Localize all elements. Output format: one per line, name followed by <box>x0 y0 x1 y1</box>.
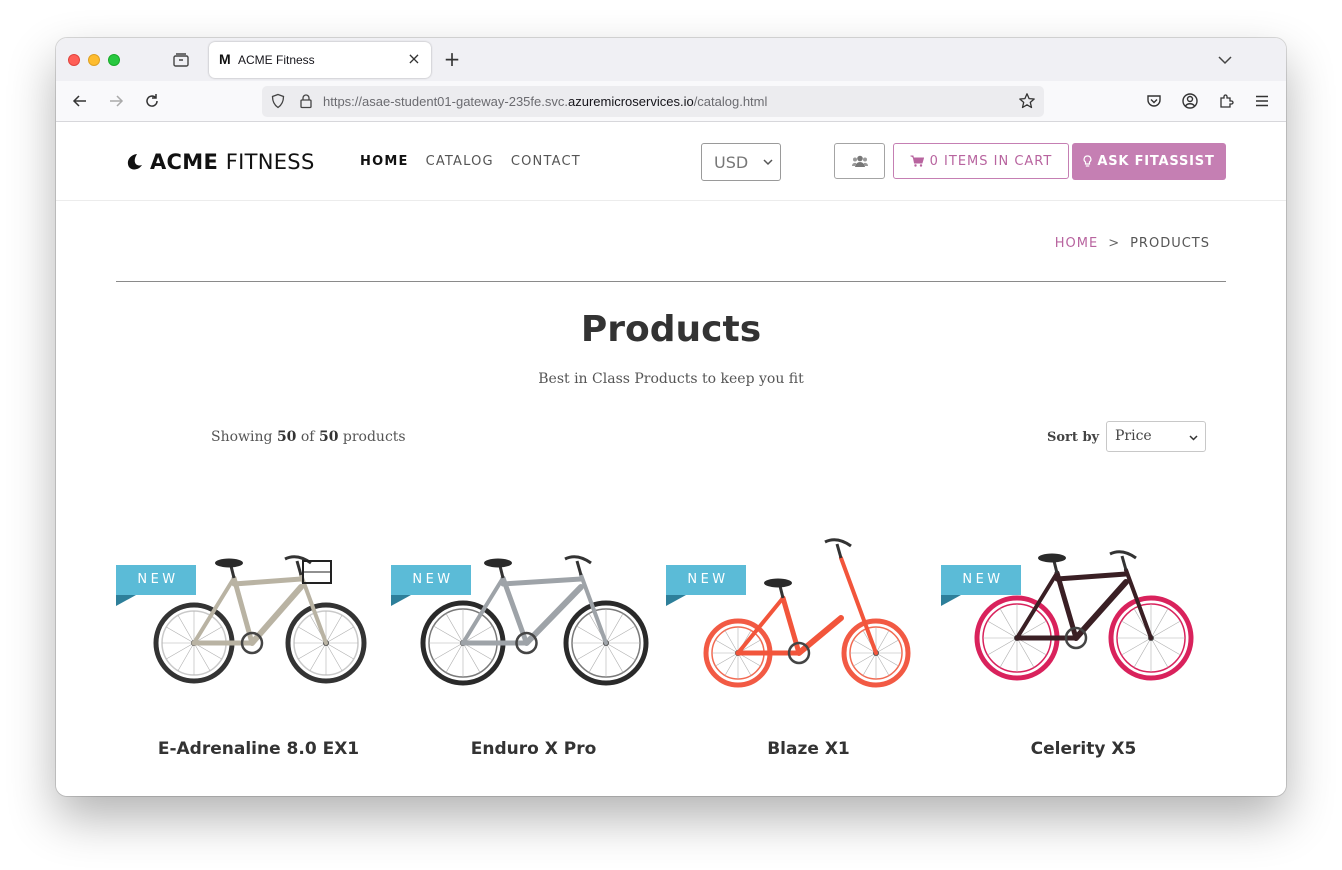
tab-acme-fitness[interactable]: M ACME Fitness × <box>209 42 431 78</box>
extensions-icon[interactable] <box>1217 92 1235 110</box>
logo-text-bold: ACME <box>150 150 219 174</box>
sort-select[interactable]: Price <box>1106 421 1206 452</box>
product-image[interactable] <box>941 503 1216 703</box>
currency-value: USD <box>714 153 749 172</box>
menu-item-home[interactable]: HOME <box>360 154 409 169</box>
cart-label: 0 ITEMS IN CART <box>929 153 1053 169</box>
menu-item-catalog[interactable]: CATALOG <box>426 154 494 169</box>
forward-icon[interactable] <box>107 92 125 110</box>
new-badge-label: NEW <box>137 572 179 587</box>
ask-fitassist-label: ASK FITASSIST <box>1097 154 1215 169</box>
browser-window: M ACME Fitness × + https://asae-student0… <box>56 38 1286 796</box>
new-badge-label: NEW <box>687 572 729 587</box>
acme-logo[interactable]: ACME FITNESS <box>124 149 315 175</box>
chevron-down-icon[interactable] <box>1216 51 1234 69</box>
close-icon[interactable]: × <box>405 50 423 68</box>
product-name[interactable]: E-Adrenaline 8.0 EX1 <box>116 739 401 759</box>
back-icon[interactable] <box>71 92 89 110</box>
site-header: ACME FITNESS HOME CATALOG CONTACT USD 0 … <box>56 123 1286 201</box>
showing-prefix: Showing <box>211 429 273 445</box>
breadcrumb-current: PRODUCTS <box>1130 236 1210 251</box>
url-prefix: https://asae-student01-gateway-235fe.svc… <box>323 94 568 109</box>
cart-icon <box>910 155 924 167</box>
close-window-button[interactable] <box>68 54 80 66</box>
new-badge: NEW <box>941 565 1021 595</box>
new-badge: NEW <box>666 565 746 595</box>
web-page: ACME FITNESS HOME CATALOG CONTACT USD 0 … <box>56 123 1286 796</box>
product-card[interactable]: NEW Blaze X1 <box>666 503 941 783</box>
new-badge-label: NEW <box>962 572 1004 587</box>
main-menu: HOME CATALOG CONTACT <box>360 154 581 169</box>
new-badge-label: NEW <box>412 572 454 587</box>
chevron-down-icon <box>1189 435 1198 441</box>
shield-icon[interactable] <box>270 93 286 109</box>
badge-fold <box>666 595 686 606</box>
divider <box>116 281 1226 282</box>
lightbulb-icon <box>1083 155 1092 167</box>
menu-item-contact[interactable]: CONTACT <box>511 154 581 169</box>
product-card[interactable]: NEW Celerity X5 <box>941 503 1216 783</box>
moon-logo-icon <box>127 154 142 170</box>
page-title: Products <box>580 309 762 350</box>
pocket-icon[interactable] <box>1145 92 1163 110</box>
product-card[interactable]: NEW Enduro X Pro <box>391 503 666 783</box>
badge-fold <box>941 595 961 606</box>
logo-text-thin: FITNESS <box>225 150 315 174</box>
logo-text: ACME FITNESS <box>150 150 315 174</box>
star-icon[interactable] <box>1018 92 1036 110</box>
product-image[interactable] <box>666 503 941 703</box>
badge-fold <box>116 595 136 606</box>
account-icon[interactable] <box>1181 92 1199 110</box>
new-badge: NEW <box>116 565 196 595</box>
product-image[interactable] <box>391 503 666 703</box>
reload-icon[interactable] <box>143 92 161 110</box>
product-name[interactable]: Blaze X1 <box>666 739 951 759</box>
currency-select[interactable]: USD <box>701 143 781 181</box>
minimize-window-button[interactable] <box>88 54 100 66</box>
badge-fold <box>391 595 411 606</box>
url-domain: azuremicroservices.io <box>567 94 694 109</box>
tab-favicon: M <box>219 51 231 67</box>
sort-value: Price <box>1115 428 1152 444</box>
cart-button[interactable]: 0 ITEMS IN CART <box>893 143 1069 179</box>
breadcrumb: HOME > PRODUCTS <box>1055 236 1210 251</box>
tab-list-icon[interactable] <box>172 51 190 69</box>
product-name[interactable]: Celerity X5 <box>941 739 1226 759</box>
sort-label: Sort by <box>1047 430 1100 445</box>
breadcrumb-separator: > <box>1108 236 1121 251</box>
total-count: 50 <box>318 429 339 445</box>
users-button[interactable] <box>834 143 885 179</box>
new-badge: NEW <box>391 565 471 595</box>
navigation-toolbar: https://asae-student01-gateway-235fe.svc… <box>56 81 1286 122</box>
menu-icon[interactable] <box>1253 92 1271 110</box>
ask-fitassist-button[interactable]: ASK FITASSIST <box>1072 143 1226 180</box>
plus-icon[interactable]: + <box>442 49 462 69</box>
maximize-window-button[interactable] <box>108 54 120 66</box>
url-text[interactable]: https://asae-student01-gateway-235fe.svc… <box>323 94 767 109</box>
url-bar[interactable]: https://asae-student01-gateway-235fe.svc… <box>262 86 1044 117</box>
tab-bar: M ACME Fitness × + <box>56 38 1286 81</box>
result-count: Showing 50 of 50 products <box>211 429 406 445</box>
chevron-down-icon <box>763 159 773 166</box>
users-icon <box>852 155 868 167</box>
of-text: of <box>300 429 315 445</box>
showing-suffix: products <box>342 429 406 445</box>
page-subtitle: Best in Class Products to keep you fit <box>538 371 804 387</box>
tab-title: ACME Fitness <box>238 53 315 67</box>
breadcrumb-home[interactable]: HOME <box>1055 236 1098 251</box>
url-path: /catalog.html <box>693 94 768 109</box>
lock-icon[interactable] <box>298 93 314 109</box>
product-name[interactable]: Enduro X Pro <box>391 739 676 759</box>
shown-count: 50 <box>276 429 297 445</box>
product-image[interactable] <box>116 503 391 703</box>
product-card[interactable]: NEW E-Adrenaline 8.0 EX1 <box>116 503 391 783</box>
